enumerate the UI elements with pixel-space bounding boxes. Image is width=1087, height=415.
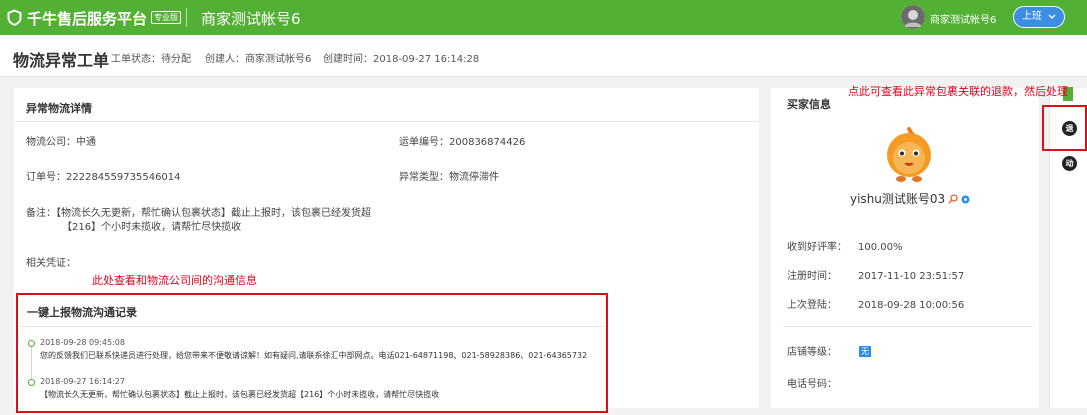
activity-icon[interactable]: 动 bbox=[1062, 156, 1077, 171]
chevron-down-icon bbox=[1048, 14, 1056, 19]
last-login-label: 上次登陆： bbox=[787, 300, 837, 311]
page-header: 物流异常工单 工单状态：待分配 创建人：商家测试帐号6 创建时间：2018-09… bbox=[0, 35, 1087, 77]
divider bbox=[186, 8, 187, 27]
refund-hint-annotation: 点此可查看此异常包裹关联的退款，然后处理 bbox=[848, 85, 1068, 98]
order-number: 订单号：222284559735546014 bbox=[26, 172, 181, 183]
detail-section-title: 异常物流详情 bbox=[26, 102, 92, 115]
user-avatar[interactable] bbox=[901, 5, 925, 29]
good-rate-value: 100.00% bbox=[858, 242, 903, 253]
buyer-info-card: 买家信息 yishu测试账号03 收到好评率： 100.00% 注册时间： 20… bbox=[771, 88, 1039, 408]
chat-icon[interactable] bbox=[961, 195, 970, 204]
divider bbox=[783, 326, 1033, 327]
page-title: 物流异常工单 bbox=[13, 51, 110, 70]
buyer-section-title: 买家信息 bbox=[787, 98, 831, 111]
phone-label: 电话号码： bbox=[787, 379, 837, 390]
refund-icon[interactable]: 退 bbox=[1062, 121, 1077, 136]
buyer-avatar[interactable] bbox=[879, 125, 939, 185]
shift-button-label: 上班 bbox=[1022, 11, 1042, 22]
top-bar: 千牛售后服务平台 专业版 商家测试帐号6 商家测试帐号6 上班 bbox=[0, 0, 1087, 35]
good-rate-label: 收到好评率： bbox=[787, 242, 847, 253]
shift-status-button[interactable]: 上班 bbox=[1013, 6, 1065, 28]
divider bbox=[14, 121, 759, 122]
remark-line-1: 备注：【物流长久无更新，帮忙确认包裹状态】截止上报时，该包裹已经发货超 bbox=[26, 208, 371, 219]
logistics-company: 物流公司：中通 bbox=[26, 137, 96, 148]
register-label: 注册时间： bbox=[787, 271, 837, 282]
last-login-value: 2018-09-28 10:00:56 bbox=[858, 300, 965, 311]
ticket-status: 工单状态：待分配 bbox=[111, 54, 191, 65]
exception-type: 异常类型：物流停滞件 bbox=[399, 172, 499, 183]
evidence-label: 相关凭证： bbox=[26, 258, 76, 269]
user-name[interactable]: 商家测试帐号6 bbox=[930, 11, 996, 26]
waybill-number: 运单编号：200836874426 bbox=[399, 137, 526, 148]
ticket-created-time: 创建时间：2018-09-27 16:14:28 bbox=[323, 54, 480, 65]
remark-line-2: 【216】个小时未揽收，请帮忙尽快揽收 bbox=[62, 222, 242, 233]
shop-level-label: 店铺等级： bbox=[787, 347, 837, 358]
shop-level-badge: 无 bbox=[859, 346, 871, 357]
buyer-avatar-icon bbox=[887, 127, 931, 182]
comm-hint-annotation: 此处查看和物流公司间的沟通信息 bbox=[92, 274, 257, 287]
merchant-account: 商家测试帐号6 bbox=[201, 10, 301, 28]
search-icon[interactable] bbox=[948, 194, 958, 204]
register-value: 2017-11-10 23:51:57 bbox=[858, 271, 965, 282]
avatar-image-icon bbox=[901, 5, 925, 29]
comm-highlight-box bbox=[16, 293, 608, 413]
ticket-creator: 创建人：商家测试帐号6 bbox=[205, 54, 312, 65]
logo-icon bbox=[7, 9, 22, 26]
buyer-nickname: yishu测试账号03 bbox=[850, 192, 946, 206]
edition-badge: 专业版 bbox=[151, 11, 181, 24]
platform-name: 千牛售后服务平台 bbox=[27, 10, 148, 28]
